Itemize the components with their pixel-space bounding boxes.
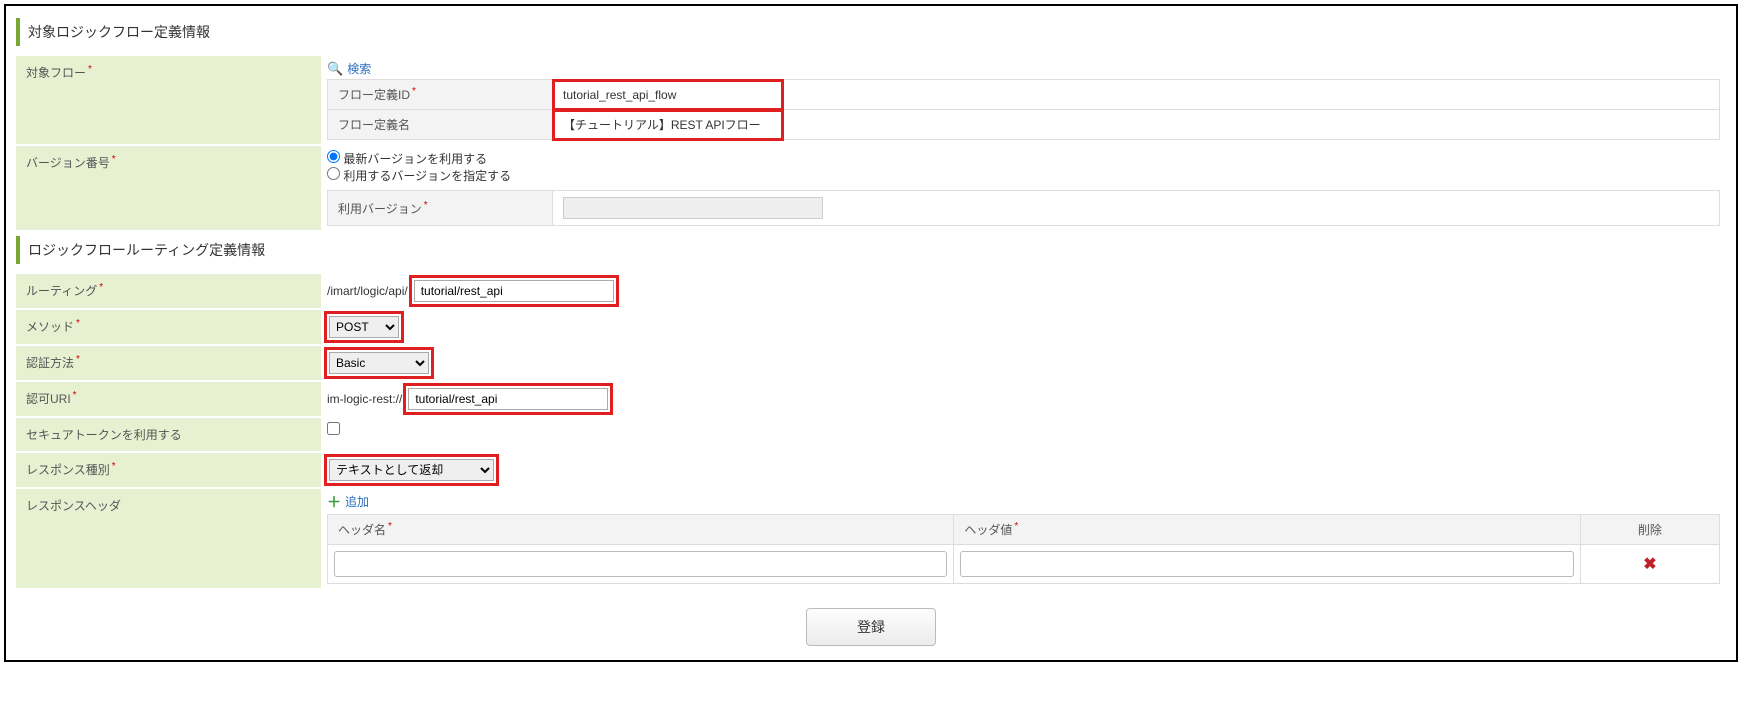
section-title-target-flow: 対象ロジックフロー定義情報 — [16, 18, 1726, 46]
radio-latest-version[interactable]: 最新バージョンを利用する — [327, 152, 487, 166]
plus-icon: ＋ — [327, 495, 341, 509]
label-flow-def-name: フロー定義名 — [328, 110, 553, 140]
label-response-type: レスポンス種別* — [16, 453, 321, 487]
secure-token-checkbox[interactable] — [327, 422, 340, 435]
auth-method-select[interactable]: Basic — [329, 352, 429, 374]
label-method: メソッド* — [16, 310, 321, 344]
search-icon: 🔍 — [327, 61, 343, 77]
label-auth-method: 認証方法* — [16, 346, 321, 380]
submit-button[interactable]: 登録 — [806, 608, 936, 646]
col-header-value: ヘッダ値* — [954, 515, 1580, 545]
auth-uri-prefix: im-logic-rest:// — [327, 392, 402, 406]
routing-prefix: /imart/logic/api/ — [327, 284, 408, 298]
value-flow-def-id: tutorial_rest_api_flow — [553, 80, 783, 110]
table-row: ✖ — [328, 545, 1720, 584]
method-select[interactable]: POST — [329, 316, 399, 338]
header-name-input[interactable] — [334, 551, 947, 577]
label-version-number: バージョン番号* — [16, 146, 321, 230]
use-version-input — [563, 197, 823, 219]
radio-specify-version[interactable]: 利用するバージョンを指定する — [327, 169, 511, 183]
label-target-flow: 対象フロー* — [16, 56, 321, 144]
delete-icon[interactable]: ✖ — [1643, 556, 1656, 573]
col-delete: 削除 — [1580, 515, 1719, 545]
label-response-header: レスポンスヘッダ — [16, 489, 321, 588]
section-title-routing: ロジックフロールーティング定義情報 — [16, 236, 1726, 264]
label-use-version: 利用バージョン* — [328, 191, 553, 226]
auth-uri-input[interactable] — [408, 388, 608, 410]
search-link[interactable]: 🔍 検索 — [327, 60, 371, 77]
label-auth-uri: 認可URI* — [16, 382, 321, 416]
value-flow-def-name: 【チュートリアル】REST APIフロー — [553, 110, 783, 140]
label-flow-def-id: フロー定義ID* — [328, 80, 553, 110]
response-type-select[interactable]: テキストとして返却 — [329, 459, 494, 481]
header-value-input[interactable] — [960, 551, 1573, 577]
add-header-link[interactable]: ＋ 追加 — [327, 493, 369, 510]
label-secure-token: セキュアトークンを利用する — [16, 418, 321, 451]
routing-input[interactable] — [414, 280, 614, 302]
label-routing: ルーティング* — [16, 274, 321, 308]
col-header-name: ヘッダ名* — [328, 515, 954, 545]
